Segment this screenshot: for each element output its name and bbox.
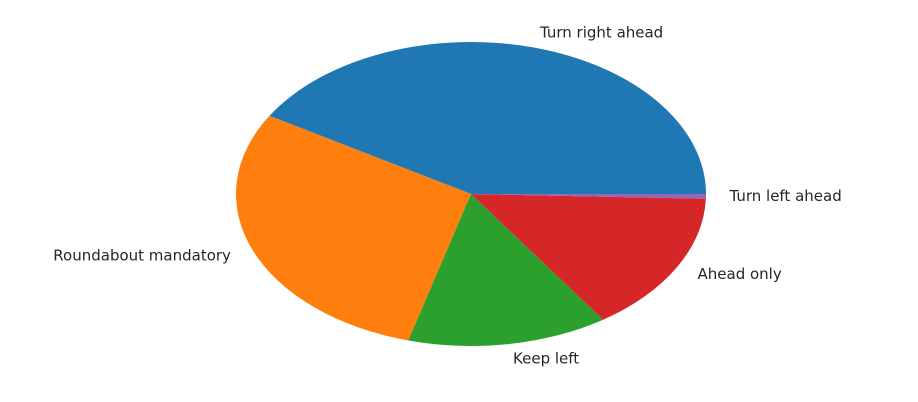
pie-label-keep-left: Keep left — [513, 349, 579, 367]
pie-chart: Turn right ahead Roundabout mandatory Keep… — [0, 0, 918, 402]
pie-label-roundabout-mandatory: Roundabout mandatory — [53, 247, 231, 265]
pie-slices — [236, 42, 706, 347]
pie-label-turn-right-ahead: Turn right ahead — [539, 23, 663, 41]
pie-label-turn-left-ahead: Turn left ahead — [728, 187, 841, 205]
pie-label-ahead-only: Ahead only — [698, 265, 782, 283]
pie-chart-svg: Turn right ahead Roundabout mandatory Keep… — [53, 23, 841, 367]
